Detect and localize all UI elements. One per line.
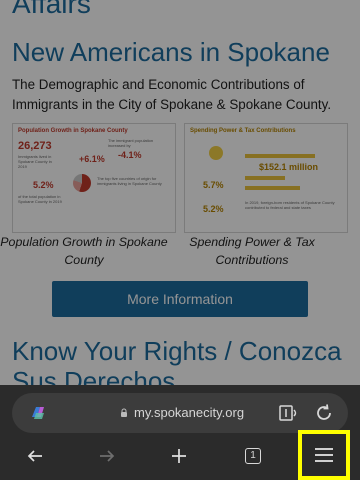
back-button[interactable]	[17, 440, 53, 472]
bar-graphic	[245, 154, 315, 158]
stat-note: In 2019, foreign-born residents of Spoka…	[245, 200, 335, 210]
address-bar[interactable]: my.spokanecity.org	[12, 393, 348, 433]
infographic-caption[interactable]: Spending Power & Tax Contributions	[168, 233, 336, 269]
plus-icon	[172, 449, 186, 463]
arrow-right-icon	[100, 450, 115, 462]
stat-value: -4.1%	[118, 150, 142, 160]
intro-text: The Demographic and Economic Contributio…	[12, 77, 332, 112]
stat-value: 5.7%	[203, 180, 224, 190]
menu-button[interactable]	[298, 430, 350, 480]
bar-graphic	[245, 176, 285, 180]
infographic-caption[interactable]: Population Growth in Spokane County	[0, 233, 168, 269]
hamburger-menu-icon	[315, 448, 333, 462]
infographic-population[interactable]: Population Growth in Spokane County 26,2…	[12, 123, 176, 233]
stat-value: $152.1 million	[259, 162, 319, 172]
stat-note: Immigrants lived in Spokane County in 20…	[18, 154, 52, 169]
pie-chart-graphic	[73, 174, 91, 192]
infographic-cards: Population Growth in Spokane County 26,2…	[12, 123, 348, 233]
infographic-title: Population Growth in Spokane County	[18, 128, 128, 134]
stat-value: 26,273	[18, 140, 52, 152]
section-heading-partial: Affairs	[12, 0, 91, 19]
refresh-icon[interactable]	[314, 403, 334, 423]
forward-button[interactable]	[89, 440, 125, 472]
infographic-spending[interactable]: Spending Power & Tax Contributions $152.…	[184, 123, 348, 233]
coin-graphic	[209, 146, 223, 160]
url-text[interactable]: my.spokanecity.org	[134, 405, 244, 420]
lock-icon	[121, 408, 127, 417]
more-information-button[interactable]: More Information	[52, 281, 308, 317]
stat-value: 5.2%	[33, 180, 54, 190]
stat-note: of the total population in Spokane Count…	[18, 194, 62, 204]
page-heading: New Americans in Spokane	[12, 37, 330, 67]
new-tab-button[interactable]	[161, 440, 197, 472]
stat-note: The immigrant population increased by	[108, 138, 154, 148]
stat-note: The top five countries of origin for imm…	[97, 176, 162, 186]
stat-value: 5.2%	[203, 204, 224, 214]
infographic-title: Spending Power & Tax Contributions	[190, 128, 296, 134]
tab-count-badge: 1	[245, 448, 261, 464]
bar-graphic	[245, 186, 300, 190]
tabs-button[interactable]: 1	[235, 440, 271, 472]
read-aloud-icon[interactable]	[278, 403, 300, 423]
copilot-icon[interactable]	[28, 403, 48, 423]
arrow-left-icon	[27, 450, 42, 462]
stat-value: +6.1%	[79, 154, 105, 164]
